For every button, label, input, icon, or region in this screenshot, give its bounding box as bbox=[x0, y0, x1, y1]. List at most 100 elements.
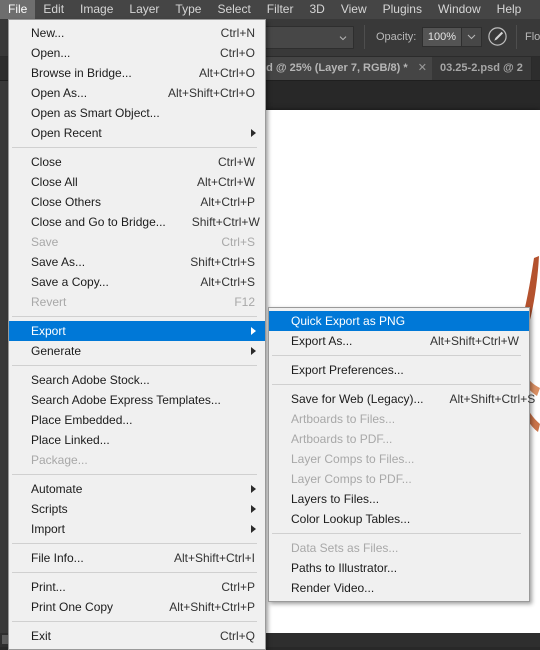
menu-item-layer-comps-to-files: Layer Comps to Files... bbox=[269, 449, 529, 469]
menu-item-shortcut: Shift+Ctrl+S bbox=[190, 255, 255, 269]
menubar-item-3d[interactable]: 3D bbox=[301, 0, 332, 19]
menu-item-open[interactable]: Open... Ctrl+O bbox=[9, 43, 265, 63]
menu-item-file-info[interactable]: File Info... Alt+Shift+Ctrl+I bbox=[9, 548, 265, 568]
menubar-item-view[interactable]: View bbox=[333, 0, 375, 19]
submenu-arrow-icon bbox=[251, 525, 256, 533]
menu-item-scripts[interactable]: Scripts bbox=[9, 499, 265, 519]
opacity-stepper-dropdown[interactable] bbox=[461, 27, 482, 47]
menu-item-color-lookup-tables[interactable]: Color Lookup Tables... bbox=[269, 509, 529, 529]
close-icon[interactable]: ✕ bbox=[418, 56, 427, 80]
menubar-item-file[interactable]: File bbox=[0, 0, 36, 19]
menu-item-search-adobe-express-templates[interactable]: Search Adobe Express Templates... bbox=[9, 390, 265, 410]
menu-item-shortcut: Alt+Ctrl+S bbox=[200, 275, 255, 289]
menu-item-label: Save bbox=[31, 235, 59, 249]
menubar-item-layer[interactable]: Layer bbox=[121, 0, 167, 19]
menu-item-label: Color Lookup Tables... bbox=[291, 512, 411, 526]
menu-separator bbox=[12, 621, 257, 622]
file-dropdown-menu[interactable]: New... Ctrl+N Open... Ctrl+O Browse in Bridg… bbox=[8, 19, 266, 650]
menu-item-shortcut: Alt+Shift+Ctrl+I bbox=[173, 551, 255, 565]
menu-item-shortcut: Alt+Shift+Ctrl+P bbox=[169, 600, 255, 614]
menu-item-revert: Revert F12 bbox=[9, 292, 265, 312]
menu-item-generate[interactable]: Generate bbox=[9, 341, 265, 361]
menu-item-label: Open As... bbox=[31, 86, 88, 100]
menu-item-place-linked[interactable]: Place Linked... bbox=[9, 430, 265, 450]
menu-item-close-and-go-to-bridge[interactable]: Close and Go to Bridge... Shift+Ctrl+W bbox=[9, 212, 265, 232]
menu-item-label: Generate bbox=[31, 344, 82, 358]
flow-label: Flow bbox=[525, 31, 540, 43]
menu-item-save-for-web-legacy[interactable]: Save for Web (Legacy)... Alt+Shift+Ctrl+S bbox=[269, 389, 535, 409]
airbrush-icon[interactable] bbox=[487, 26, 508, 47]
opacity-input[interactable]: 100% bbox=[422, 27, 462, 47]
menu-item-label: Close Others bbox=[31, 195, 102, 209]
menu-item-render-video[interactable]: Render Video... bbox=[269, 578, 529, 598]
brush-preset-dropdown[interactable] bbox=[262, 26, 354, 49]
menu-item-label: Open Recent bbox=[31, 126, 102, 140]
menu-item-shortcut: Ctrl+Q bbox=[219, 629, 255, 643]
submenu-arrow-icon bbox=[251, 347, 256, 355]
submenu-arrow-icon bbox=[251, 505, 256, 513]
menu-item-open-recent[interactable]: Open Recent bbox=[9, 123, 265, 143]
menu-item-label: Close and Go to Bridge... bbox=[31, 215, 166, 229]
menu-item-paths-to-illustrator[interactable]: Paths to Illustrator... bbox=[269, 558, 529, 578]
menu-item-close-others[interactable]: Close Others Alt+Ctrl+P bbox=[9, 192, 265, 212]
menu-item-print[interactable]: Print... Ctrl+P bbox=[9, 577, 265, 597]
menu-item-label: Close bbox=[31, 155, 62, 169]
document-tab-active[interactable]: sd @ 25% (Layer 7, RGB/8) * ✕ bbox=[252, 56, 436, 80]
export-submenu[interactable]: Quick Export as PNG Export As... Alt+Shift… bbox=[268, 307, 535, 602]
menu-item-new[interactable]: New... Ctrl+N bbox=[9, 23, 265, 43]
menu-item-data-sets-as-files: Data Sets as Files... bbox=[269, 538, 529, 558]
menubar-item-filter[interactable]: Filter bbox=[259, 0, 302, 19]
menu-item-label: Search Adobe Stock... bbox=[31, 373, 150, 387]
menu-item-save-a-copy[interactable]: Save a Copy... Alt+Ctrl+S bbox=[9, 272, 265, 292]
submenu-arrow-icon bbox=[251, 485, 256, 493]
menubar-item-window[interactable]: Window bbox=[430, 0, 489, 19]
menubar-item-plugins[interactable]: Plugins bbox=[375, 0, 430, 19]
menu-item-place-embedded[interactable]: Place Embedded... bbox=[9, 410, 265, 430]
menu-item-quick-export-as-png[interactable]: Quick Export as PNG bbox=[269, 311, 529, 331]
menu-item-export[interactable]: Export bbox=[9, 321, 265, 341]
menubar-item-help[interactable]: Help bbox=[489, 0, 530, 19]
menu-item-label: Save a Copy... bbox=[31, 275, 109, 289]
menu-item-label: Export As... bbox=[291, 334, 353, 348]
menubar-item-image[interactable]: Image bbox=[72, 0, 121, 19]
document-tab-inactive[interactable]: 03.25-2.psd @ 2 bbox=[432, 56, 532, 80]
menu-item-close[interactable]: Close Ctrl+W bbox=[9, 152, 265, 172]
menubar-item-edit[interactable]: Edit bbox=[35, 0, 72, 19]
menu-item-close-all[interactable]: Close All Alt+Ctrl+W bbox=[9, 172, 265, 192]
menu-item-label: Export bbox=[31, 324, 66, 338]
menubar-item-type[interactable]: Type bbox=[167, 0, 209, 19]
menu-item-shortcut: Alt+Ctrl+W bbox=[196, 175, 255, 189]
menu-item-export-as[interactable]: Export As... Alt+Shift+Ctrl+W bbox=[269, 331, 529, 351]
menu-separator bbox=[272, 384, 521, 385]
menu-item-layers-to-files[interactable]: Layers to Files... bbox=[269, 489, 529, 509]
chevron-down-icon bbox=[467, 34, 476, 40]
menu-item-shortcut: Alt+Ctrl+P bbox=[200, 195, 255, 209]
menu-item-shortcut: Alt+Ctrl+O bbox=[198, 66, 255, 80]
menu-item-browse-in-bridge[interactable]: Browse in Bridge... Alt+Ctrl+O bbox=[9, 63, 265, 83]
menu-item-automate[interactable]: Automate bbox=[9, 479, 265, 499]
menu-separator bbox=[12, 572, 257, 573]
menu-item-shortcut: Ctrl+O bbox=[219, 46, 255, 60]
main-menubar[interactable]: File Edit Image Layer Type Select Filter… bbox=[0, 0, 540, 19]
menu-item-label: Place Linked... bbox=[31, 433, 110, 447]
menu-item-label: Import bbox=[31, 522, 66, 536]
menu-item-open-as[interactable]: Open As... Alt+Shift+Ctrl+O bbox=[9, 83, 265, 103]
menu-item-label: Close All bbox=[31, 175, 78, 189]
submenu-arrow-icon bbox=[251, 327, 256, 335]
menu-separator bbox=[12, 316, 257, 317]
menu-item-save-as[interactable]: Save As... Shift+Ctrl+S bbox=[9, 252, 265, 272]
menu-item-label: Automate bbox=[31, 482, 83, 496]
menu-item-artboards-to-pdf: Artboards to PDF... bbox=[269, 429, 529, 449]
menu-item-shortcut: Alt+Shift+Ctrl+W bbox=[429, 334, 519, 348]
menu-item-search-adobe-stock[interactable]: Search Adobe Stock... bbox=[9, 370, 265, 390]
menu-item-export-preferences[interactable]: Export Preferences... bbox=[269, 360, 529, 380]
menu-item-label: Open as Smart Object... bbox=[31, 106, 160, 120]
menubar-item-select[interactable]: Select bbox=[209, 0, 258, 19]
menu-item-print-one-copy[interactable]: Print One Copy Alt+Shift+Ctrl+P bbox=[9, 597, 265, 617]
menu-item-exit[interactable]: Exit Ctrl+Q bbox=[9, 626, 265, 646]
document-tab-label: 03.25-2.psd @ 2 bbox=[440, 62, 523, 74]
menu-item-import[interactable]: Import bbox=[9, 519, 265, 539]
menu-item-open-as-smart-object[interactable]: Open as Smart Object... bbox=[9, 103, 265, 123]
menu-separator bbox=[12, 543, 257, 544]
menu-separator bbox=[12, 365, 257, 366]
